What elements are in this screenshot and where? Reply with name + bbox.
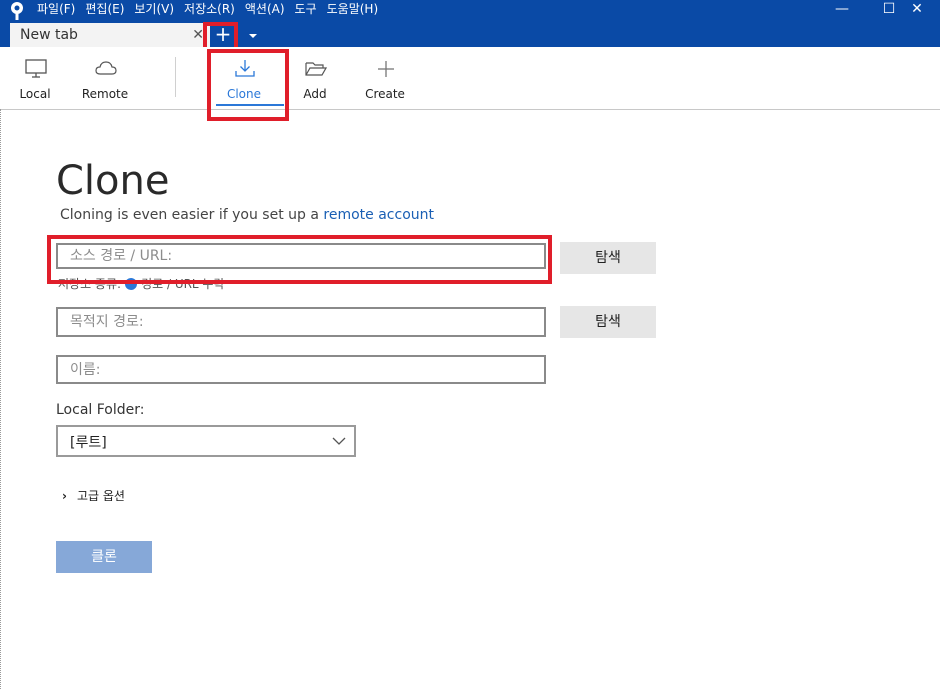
plus-icon [378,61,394,77]
toolbar-remote[interactable]: Remote [73,47,137,109]
toolbar-add[interactable]: Add [283,47,347,109]
minimize-icon: — [835,1,849,17]
browse-destination-button[interactable]: 탐색 [560,306,656,338]
toolbar-local-label: Local [19,87,51,101]
destination-path-input[interactable] [58,309,544,335]
name-field[interactable] [56,355,546,384]
browse-source-button[interactable]: 탐색 [560,242,656,274]
minimize-button[interactable]: — [819,0,865,18]
close-window-button[interactable]: ✕ [894,0,940,18]
toolbar-local[interactable]: Local [3,47,67,109]
advanced-options-toggle[interactable]: › 고급 옵션 [62,487,125,504]
clone-button[interactable]: 클론 [56,541,152,573]
advanced-options-label: 고급 옵션 [76,489,125,503]
tab-dropdown-icon[interactable] [245,28,261,44]
menu-help[interactable]: 도움말(H) [327,0,379,18]
content-left-border [0,109,2,689]
highlight-source-field [47,235,552,284]
name-input[interactable] [58,357,544,382]
remote-account-link[interactable]: remote account [323,207,434,223]
local-folder-value: [루트] [70,435,107,451]
page-subtitle: Cloning is even easier if you set up a r… [60,207,434,223]
local-folder-select[interactable]: [루트] [56,425,356,457]
monitor-icon [25,59,47,78]
chevron-right-icon: › [62,489,67,503]
chevron-down-icon [332,437,346,445]
cloud-icon [95,61,117,75]
menu-view[interactable]: 보기(V) [134,0,174,18]
title-bar: 파일(F) 편집(E) 보기(V) 저장소(R) 액션(A) 도구 도움말(H)… [0,0,940,47]
subtitle-text: Cloning is even easier if you set up a [60,207,324,223]
page-title: Clone [56,158,170,204]
sourcetree-logo-icon [11,2,23,20]
folder-open-icon [305,62,327,76]
tab-label: New tab [20,27,78,43]
menu-repository[interactable]: 저장소(R) [184,0,235,18]
destination-path-field[interactable] [56,307,546,337]
toolbar-separator [175,57,176,97]
toolbar-remote-label: Remote [81,87,129,101]
tab-new-tab[interactable]: New tab ✕ [10,23,210,47]
close-icon: ✕ [911,1,923,17]
local-folder-label: Local Folder: [56,402,145,418]
menu-actions[interactable]: 액션(A) [245,0,285,18]
highlight-clone-tool [207,49,289,121]
toolbar-create-label: Create [365,87,405,101]
menu-edit[interactable]: 편집(E) [85,0,124,18]
menu-tools[interactable]: 도구 [295,0,317,18]
menu-file[interactable]: 파일(F) [37,0,75,18]
toolbar: Local Remote Clone Add Create [0,47,940,110]
menu-bar: 파일(F) 편집(E) 보기(V) 저장소(R) 액션(A) 도구 도움말(H) [32,0,383,18]
toolbar-create[interactable]: Create [353,47,417,109]
toolbar-add-label: Add [303,87,327,101]
